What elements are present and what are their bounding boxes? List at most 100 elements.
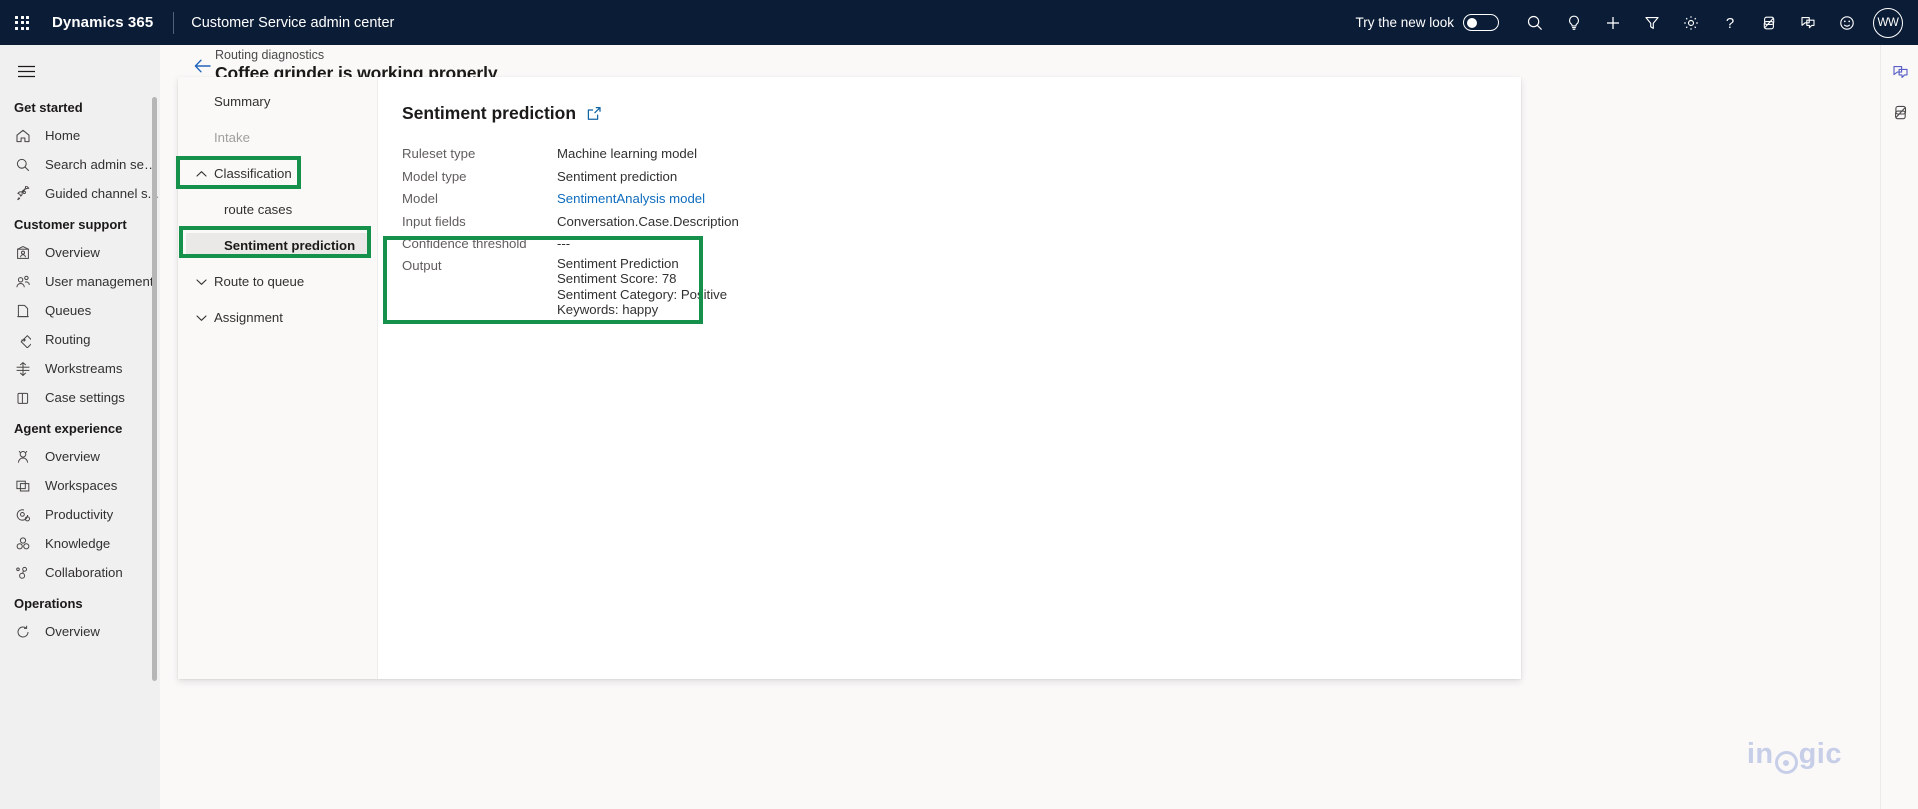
sidebar-item-label: Case settings bbox=[45, 390, 125, 405]
search-icon[interactable] bbox=[1515, 0, 1554, 45]
filter-icon[interactable] bbox=[1632, 0, 1671, 45]
collaboration-icon bbox=[14, 564, 32, 582]
output-value: Sentiment Prediction Sentiment Score: 78… bbox=[557, 256, 727, 318]
diagnostics-icon[interactable] bbox=[1881, 92, 1918, 132]
gear-icon[interactable] bbox=[1671, 0, 1710, 45]
sidebar-item-search-admin-settings[interactable]: Search admin sett... bbox=[0, 150, 160, 179]
sidebar-item-productivity[interactable]: Productivity bbox=[0, 500, 160, 529]
output-line: Keywords: happy bbox=[557, 302, 659, 318]
avatar[interactable]: WW bbox=[1873, 7, 1903, 38]
main-content: Routing diagnostics Coffee grinder is wo… bbox=[160, 45, 1880, 809]
tree-item-label: Classification bbox=[214, 166, 292, 181]
sidebar-item-label: Overview bbox=[45, 624, 100, 639]
tree-item-intake: Intake bbox=[186, 125, 369, 150]
field-label: Model type bbox=[402, 168, 467, 184]
feedback-icon[interactable] bbox=[1881, 52, 1918, 92]
tree-item-sentiment-prediction[interactable]: Sentiment prediction bbox=[186, 233, 369, 258]
detail-title-row: Sentiment prediction bbox=[402, 103, 1521, 124]
tree-item-route-to-queue[interactable]: Route to queue bbox=[186, 269, 369, 294]
field-confidence-threshold: Confidence threshold --- bbox=[402, 233, 1521, 256]
brand-label[interactable]: Dynamics 365 bbox=[52, 14, 153, 31]
chevron-down-icon bbox=[194, 311, 208, 325]
tree-item-assignment[interactable]: Assignment bbox=[186, 305, 369, 330]
plus-icon[interactable] bbox=[1593, 0, 1632, 45]
sidebar-item-case-settings[interactable]: Case settings bbox=[0, 383, 160, 412]
field-value: Conversation.Case.Description bbox=[557, 213, 739, 229]
field-model-type: Model type Sentiment prediction bbox=[402, 166, 1521, 189]
workspaces-icon bbox=[14, 477, 32, 495]
output-line: Sentiment Score: 78 bbox=[557, 271, 677, 287]
sidebar-item-label: Routing bbox=[45, 332, 91, 347]
workstreams-icon bbox=[14, 360, 32, 378]
home-icon bbox=[14, 127, 32, 145]
sidebar-item-collaboration[interactable]: Collaboration bbox=[0, 558, 160, 587]
breadcrumb[interactable]: Routing diagnostics bbox=[215, 48, 324, 62]
tree-item-label: route cases bbox=[224, 202, 293, 217]
operations-overview-icon bbox=[14, 623, 32, 641]
sidebar-item-workstreams[interactable]: Workstreams bbox=[0, 354, 160, 383]
left-nav-scrollbar-thumb[interactable] bbox=[152, 97, 157, 681]
sidebar-item-operations-overview[interactable]: Overview bbox=[0, 617, 160, 646]
open-in-new-window-icon[interactable] bbox=[585, 105, 602, 122]
try-new-look-toggle[interactable] bbox=[1463, 14, 1499, 31]
chevron-up-icon bbox=[194, 167, 208, 181]
field-model: Model SentimentAnalysis model bbox=[402, 188, 1521, 211]
sidebar-item-agent-overview[interactable]: Overview bbox=[0, 442, 160, 471]
sidebar-item-label: Queues bbox=[45, 303, 92, 318]
diagnostics-card: Summary Intake Classification route case… bbox=[178, 77, 1521, 679]
routing-icon bbox=[14, 331, 32, 349]
watermark-text-after: gic bbox=[1798, 737, 1842, 770]
diagnostics-tree: Summary Intake Classification route case… bbox=[178, 77, 378, 679]
nav-group-title-agent-experience: Agent experience bbox=[14, 421, 123, 436]
users-icon bbox=[14, 273, 32, 291]
tree-item-label: Route to queue bbox=[214, 274, 305, 289]
tree-item-classification[interactable]: Classification bbox=[186, 161, 369, 186]
field-value: Sentiment prediction bbox=[557, 168, 678, 184]
sidebar-item-label: Productivity bbox=[45, 507, 114, 522]
sidebar-item-home[interactable]: Home bbox=[0, 121, 160, 150]
sidebar-item-label: Workspaces bbox=[45, 478, 118, 493]
sidebar-item-overview[interactable]: Overview bbox=[0, 238, 160, 267]
watermark-o-icon bbox=[1774, 751, 1798, 774]
queues-icon bbox=[14, 302, 32, 320]
output-line: Sentiment Prediction bbox=[557, 255, 679, 271]
tree-item-label: Intake bbox=[214, 130, 250, 145]
right-rail bbox=[1880, 45, 1918, 809]
output-line: Sentiment Category: Positive bbox=[557, 286, 728, 302]
tree-item-summary[interactable]: Summary bbox=[186, 89, 369, 114]
lightbulb-icon[interactable] bbox=[1554, 0, 1593, 45]
sidebar-item-knowledge[interactable]: Knowledge bbox=[0, 529, 160, 558]
sidebar-item-label: Collaboration bbox=[45, 565, 123, 580]
feedback-icon[interactable] bbox=[1788, 0, 1827, 45]
field-label: Confidence threshold bbox=[402, 236, 527, 252]
hamburger-icon[interactable] bbox=[6, 51, 46, 91]
smiley-icon[interactable] bbox=[1827, 0, 1866, 45]
svg-text:?: ? bbox=[1725, 15, 1733, 32]
try-new-look-label: Try the new look bbox=[1355, 15, 1454, 30]
diagnostics-icon[interactable] bbox=[1749, 0, 1788, 45]
app-launcher-icon[interactable] bbox=[0, 0, 44, 45]
sidebar-item-routing[interactable]: Routing bbox=[0, 325, 160, 354]
field-value: Machine learning model bbox=[557, 146, 698, 161]
sidebar-item-label: Knowledge bbox=[45, 536, 111, 551]
sidebar-item-label: Search admin sett... bbox=[45, 157, 160, 172]
help-icon[interactable]: ? bbox=[1710, 0, 1749, 45]
sidebar-item-queues[interactable]: Queues bbox=[0, 296, 160, 325]
sidebar-item-user-management[interactable]: User management bbox=[0, 267, 160, 296]
sidebar-item-workspaces[interactable]: Workspaces bbox=[0, 471, 160, 500]
nav-group-title-customer-support: Customer support bbox=[14, 217, 127, 232]
sidebar-item-label: Home bbox=[45, 128, 81, 143]
back-button[interactable] bbox=[192, 56, 212, 76]
field-ruleset-type: Ruleset type Machine learning model bbox=[402, 143, 1521, 166]
field-value: --- bbox=[557, 236, 571, 252]
model-link[interactable]: SentimentAnalysis model bbox=[557, 188, 705, 211]
sidebar-item-label: Workstreams bbox=[45, 361, 123, 376]
suite-bar: Dynamics 365 Customer Service admin cent… bbox=[0, 0, 1918, 45]
sidebar-item-label: Overview bbox=[45, 449, 100, 464]
tree-item-label: Sentiment prediction bbox=[224, 238, 356, 253]
sidebar-item-guided-channel-setup[interactable]: Guided channel s... bbox=[0, 179, 160, 208]
rocket-icon bbox=[14, 185, 32, 203]
suite-bar-actions: Try the new look ? WW bbox=[1355, 0, 1918, 45]
tree-item-route-cases[interactable]: route cases bbox=[186, 197, 369, 222]
nav-group-title-get-started: Get started bbox=[14, 100, 83, 115]
